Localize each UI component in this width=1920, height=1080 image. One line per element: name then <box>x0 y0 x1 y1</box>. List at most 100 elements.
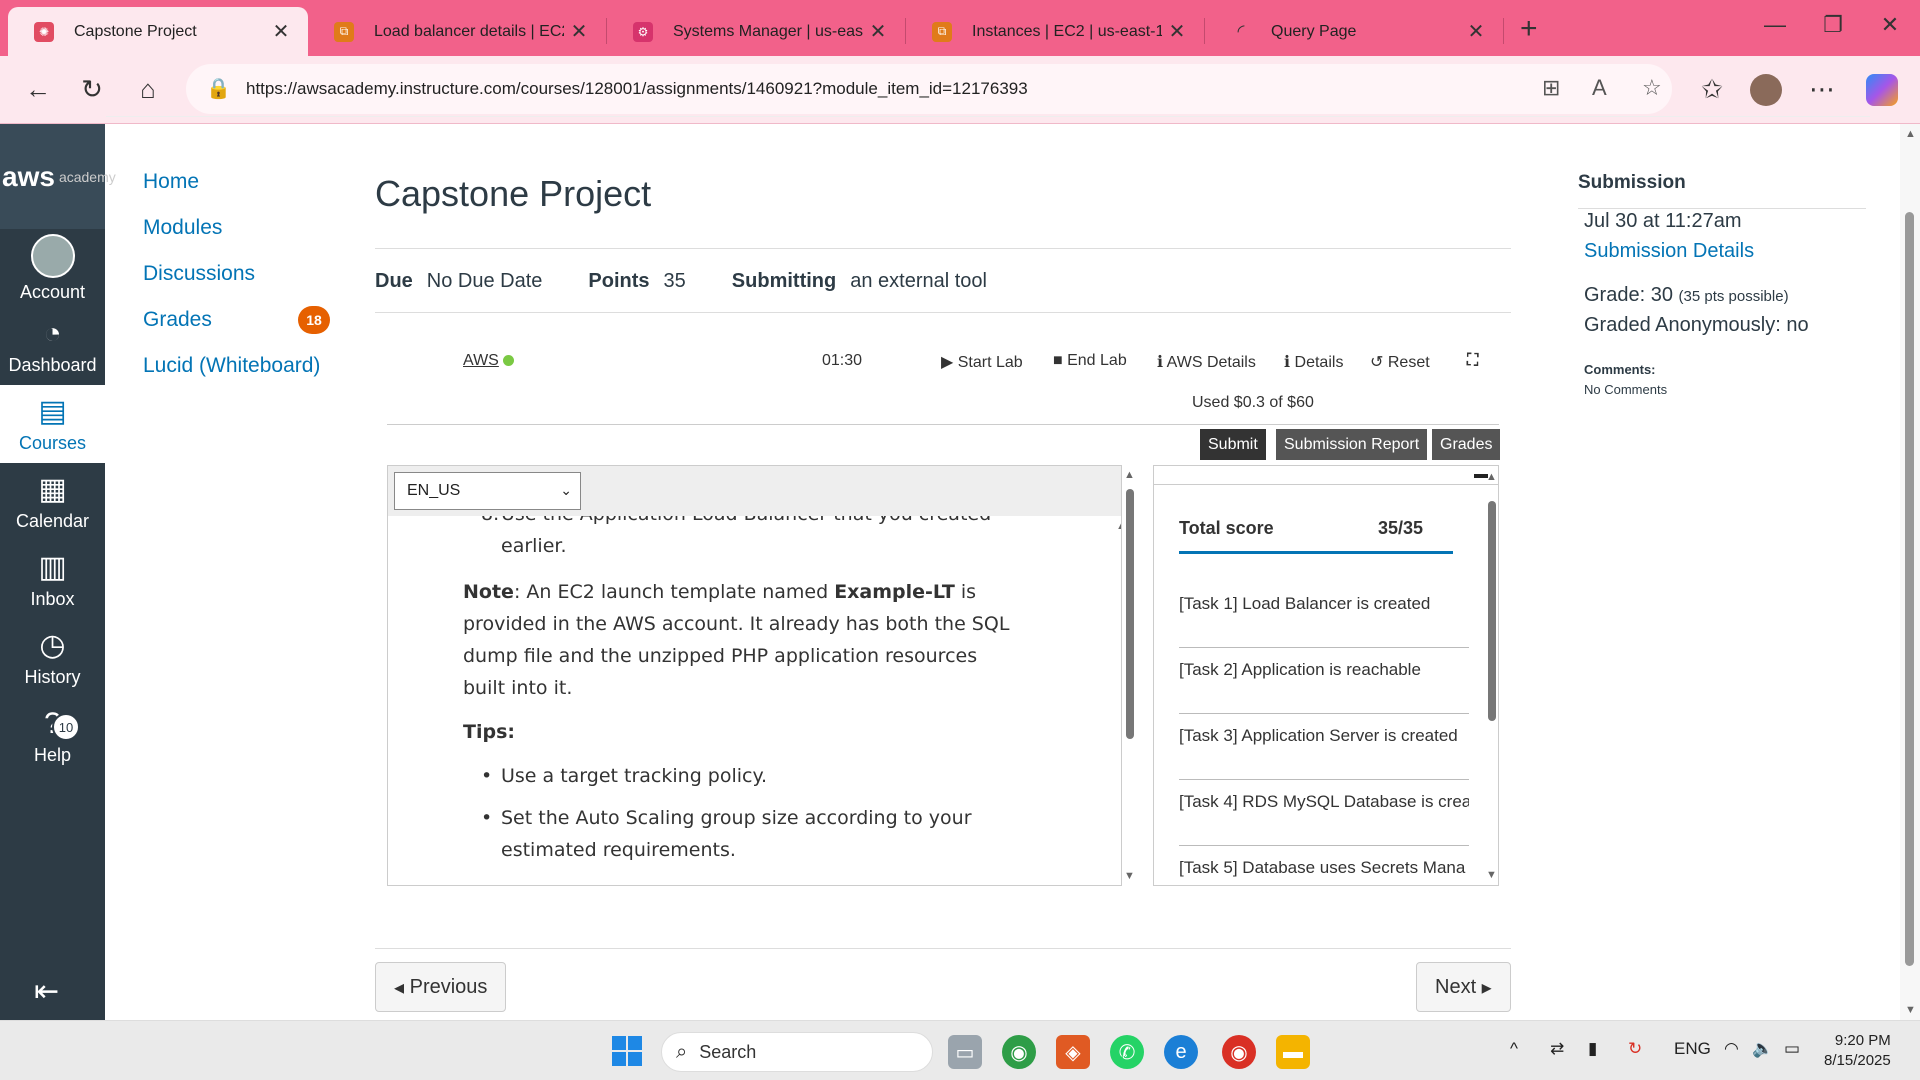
sync-tray-icon[interactable]: ↻ <box>1628 1039 1642 1059</box>
read-aloud-icon[interactable]: A <box>1592 75 1607 101</box>
app-available-icon[interactable]: ⊞ <box>1542 75 1560 101</box>
ubuntu-app-icon[interactable]: ◈ <box>1056 1035 1090 1069</box>
back-icon[interactable]: ← <box>20 74 56 105</box>
chrome-profile-icon[interactable]: ◉ <box>1222 1035 1256 1069</box>
nav-inbox[interactable]: ▥ Inbox <box>0 541 105 619</box>
nav-history[interactable]: ◷ History <box>0 619 105 697</box>
aws-academy-logo[interactable]: aws academy <box>0 124 116 229</box>
scroll-down-icon[interactable]: ▼ <box>1124 870 1135 882</box>
tab-title: Capstone Project <box>74 22 197 40</box>
windows-start-icon[interactable] <box>612 1036 642 1066</box>
course-nav-discussions[interactable]: Discussions <box>143 262 333 308</box>
scrollbar-thumb[interactable] <box>1905 212 1914 966</box>
tab-systems-manager[interactable]: ⚙ Systems Manager | us-east- ✕ <box>607 7 905 56</box>
assignment-details: Due No Due Date Points 35 Submitting an … <box>375 270 1033 293</box>
submitting-value: an external tool <box>850 270 987 292</box>
task-row: [Task 4] RDS MySQL Database is crea <box>1179 792 1469 846</box>
grade-text: Grade: 30 (35 pts possible) <box>1584 284 1789 307</box>
favorites-icon[interactable]: ✩ <box>1694 74 1730 105</box>
edge-icon[interactable]: e <box>1164 1035 1198 1069</box>
restore-button[interactable]: ❐ <box>1813 12 1853 38</box>
course-nav-grades[interactable]: Grades 18 <box>143 306 333 354</box>
scrollbar-thumb[interactable] <box>1126 489 1134 739</box>
minimize-button[interactable]: — <box>1755 12 1795 38</box>
nav-dashboard[interactable]: ◔ Dashboard <box>0 307 105 385</box>
scroll-down-icon[interactable]: ▼ <box>1905 1004 1916 1016</box>
close-window-button[interactable]: ✕ <box>1870 12 1910 38</box>
taskbar-clock[interactable]: 9:20 PM 8/15/2025 <box>1824 1031 1891 1071</box>
course-nav-lucid[interactable]: Lucid (Whiteboard) <box>143 354 333 400</box>
close-icon[interactable]: ✕ <box>1461 19 1491 44</box>
logo-subtext: academy <box>58 168 116 185</box>
button-label: AWS Details <box>1166 354 1256 371</box>
scroll-up-icon[interactable]: ▲ <box>1905 128 1916 140</box>
favorite-star-icon[interactable]: ☆ <box>1642 75 1662 101</box>
profile-avatar[interactable] <box>1750 74 1782 106</box>
details-button[interactable]: ℹ Details <box>1284 352 1343 372</box>
course-nav-home[interactable]: Home <box>143 170 333 216</box>
comments-label: Comments: <box>1584 362 1656 377</box>
task-view-icon[interactable]: ▭ <box>948 1035 982 1069</box>
divider <box>375 248 1511 249</box>
chevron-up-icon[interactable]: ^ <box>1510 1039 1518 1059</box>
scroll-down-icon[interactable]: ▼ <box>1486 869 1497 881</box>
file-explorer-icon[interactable]: ▬ <box>1276 1035 1310 1069</box>
course-nav-modules[interactable]: Modules <box>143 216 333 262</box>
whatsapp-icon[interactable]: ✆ <box>1110 1035 1144 1069</box>
chrome-icon[interactable]: ◉ <box>1002 1035 1036 1069</box>
close-icon[interactable]: ✕ <box>564 19 594 44</box>
end-lab-button[interactable]: ■ End Lab <box>1053 352 1127 370</box>
clock-date: 8/15/2025 <box>1824 1052 1891 1069</box>
browser-tab-strip: ✺ Capstone Project ✕ ⧉ Load balancer det… <box>0 0 1920 56</box>
grades-badge: 18 <box>298 306 330 334</box>
aws-console-link[interactable]: AWS <box>463 352 514 370</box>
more-menu-icon[interactable]: ⋯ <box>1804 74 1840 105</box>
chevron-down-icon: ⌄ <box>560 482 572 498</box>
scrollbar-thumb[interactable] <box>1488 501 1496 721</box>
tab-load-balancer[interactable]: ⧉ Load balancer details | EC2 ✕ <box>308 7 606 56</box>
fullscreen-icon[interactable]: ⛶ <box>1467 352 1478 370</box>
start-lab-button[interactable]: ▶ Start Lab <box>941 352 1023 372</box>
submission-details-link[interactable]: Submission Details <box>1584 240 1754 263</box>
windows-taskbar: ⌕ Search ▭ ◉ ◈ ✆ e ◉ ▬ ^ ⇄ ▮ ↻ ENG ◠ 🔈 ▭… <box>0 1020 1920 1080</box>
aws-details-button[interactable]: ℹ AWS Details <box>1157 352 1256 372</box>
nav-calendar[interactable]: ▦ Calendar <box>0 463 105 541</box>
nav-courses[interactable]: ▤ Courses <box>0 385 105 463</box>
tab-capstone-project[interactable]: ✺ Capstone Project ✕ <box>8 7 308 56</box>
grades-button[interactable]: Grades <box>1432 429 1501 460</box>
nav-account[interactable]: Account <box>0 229 105 307</box>
new-tab-button[interactable]: + <box>1520 12 1538 46</box>
grade-possible: (35 pts possible) <box>1678 288 1789 305</box>
note-template-name: Example-LT <box>834 581 955 603</box>
settings-tray-icon[interactable]: ⇄ <box>1550 1039 1564 1059</box>
nav-help[interactable]: ? Help <box>0 697 105 775</box>
address-bar[interactable]: 🔒 https://awsacademy.instructure.com/cou… <box>186 64 1672 114</box>
refresh-icon[interactable]: ↻ <box>74 74 110 105</box>
instructions-scrollbar[interactable]: ▲ ▼ <box>1122 465 1138 886</box>
tab-query-page[interactable]: ◜ Query Page ✕ <box>1205 7 1503 56</box>
home-icon[interactable]: ⌂ <box>130 74 166 105</box>
close-icon[interactable]: ✕ <box>266 19 296 44</box>
next-button[interactable]: Next ▸ <box>1416 962 1511 1012</box>
language-select[interactable]: EN_US ⌄ <box>394 472 581 510</box>
submission-report-button[interactable]: Submission Report <box>1276 429 1428 460</box>
scroll-up-icon[interactable]: ▲ <box>1486 471 1497 483</box>
tab-instances[interactable]: ⧉ Instances | EC2 | us-east-1 ✕ <box>906 7 1204 56</box>
volume-icon[interactable]: 🔈 <box>1752 1039 1773 1059</box>
submitting-label: Submitting <box>731 270 837 292</box>
reset-button[interactable]: ↺ Reset <box>1370 352 1430 372</box>
wifi-icon[interactable]: ◠ <box>1724 1039 1739 1059</box>
taskbar-search[interactable]: ⌕ Search <box>661 1032 933 1072</box>
submit-button[interactable]: Submit <box>1200 429 1266 460</box>
page-scrollbar[interactable]: ▲ ▼ <box>1900 124 1920 1020</box>
close-icon[interactable]: ✕ <box>1162 19 1192 44</box>
language-indicator[interactable]: ENG <box>1674 1039 1711 1059</box>
app-tray-icon[interactable]: ▮ <box>1588 1039 1597 1059</box>
collapse-nav-icon[interactable]: ⇤ <box>34 974 59 1009</box>
battery-icon[interactable]: ▭ <box>1784 1039 1800 1059</box>
close-icon[interactable]: ✕ <box>863 19 893 44</box>
scroll-up-icon[interactable]: ▲ <box>1124 469 1135 481</box>
copilot-icon[interactable] <box>1866 74 1898 106</box>
previous-button[interactable]: ◂ Previous <box>375 962 507 1012</box>
score-scrollbar[interactable]: ▲ ▼ <box>1485 471 1499 881</box>
